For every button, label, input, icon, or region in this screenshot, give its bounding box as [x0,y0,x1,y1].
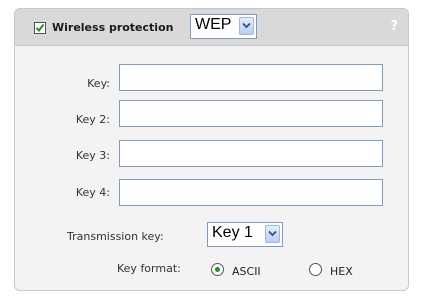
key-2-label: Key 2: [75,113,110,126]
hex-radio[interactable] [309,263,322,276]
radio-selected-dot [215,267,220,272]
chevron-down-icon[interactable] [265,225,280,243]
protection-select[interactable]: WEP [190,14,257,39]
chevron-down-icon[interactable] [239,17,254,35]
wireless-protection-panel: Wireless protection WEP ? Key: Key 2: Ke… [14,8,409,291]
ascii-radio[interactable] [211,263,224,276]
panel-header: Wireless protection WEP ? [15,9,408,46]
transmission-key-label: Transmission key: [67,230,164,243]
key-1-label: Key: [87,77,110,90]
wireless-protection-checkbox[interactable] [34,22,46,34]
key-2-input[interactable] [119,100,383,127]
ascii-radio-label: ASCII [232,265,261,278]
key-format-label: Key format: [117,262,181,275]
key-3-label: Key 3: [75,149,110,162]
key-4-input[interactable] [119,179,383,206]
key-4-label: Key 4: [75,186,110,199]
transmission-key-value: Key 1 [212,224,253,241]
key-3-input[interactable] [119,140,383,167]
check-icon [35,23,45,33]
protection-select-value: WEP [195,16,232,33]
transmission-key-select[interactable]: Key 1 [207,222,283,247]
key-1-input[interactable] [119,64,383,91]
help-icon[interactable]: ? [390,19,398,34]
hex-radio-label: HEX [330,265,353,278]
panel-title: Wireless protection [52,21,174,34]
